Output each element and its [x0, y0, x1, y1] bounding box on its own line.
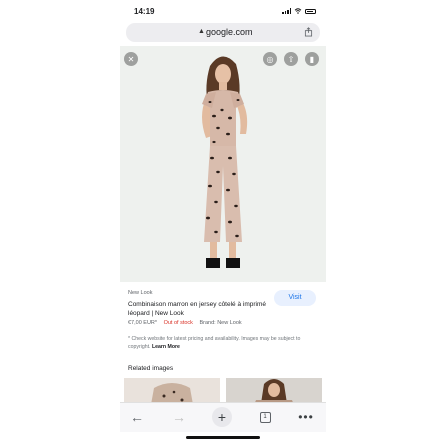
- product-image: [202, 56, 248, 268]
- lens-icon[interactable]: ◎: [263, 52, 277, 66]
- address-bar[interactable]: ▲ google.com: [126, 23, 320, 42]
- result-info: New Look Combinaison marron en jersey cô…: [128, 290, 318, 350]
- tab-switcher-button[interactable]: 1: [258, 409, 272, 425]
- forward-arrow-icon[interactable]: →: [170, 409, 188, 425]
- status-bar: 14:19: [120, 4, 326, 20]
- browser-screen: 14:19 ▲ google.com ✕ ◎ ⇧ ▮ New Look Comb…: [120, 0, 326, 444]
- share-icon[interactable]: ⇧: [284, 52, 298, 66]
- phone-frame: 14:19 ▲ google.com ✕ ◎ ⇧ ▮ New Look Comb…: [0, 0, 444, 444]
- share-icon[interactable]: [304, 27, 313, 37]
- signal-icon: [282, 8, 291, 14]
- more-dots-icon[interactable]: •••: [296, 409, 316, 425]
- plus-icon[interactable]: +: [212, 407, 232, 427]
- url-text: google.com: [206, 27, 253, 37]
- result-meta: €7,00 EUR* Out of stock Brand: New Look: [128, 320, 242, 326]
- brand: Brand: New Look: [199, 320, 242, 326]
- bookmark-icon[interactable]: ▮: [305, 52, 319, 66]
- home-indicator[interactable]: [186, 436, 260, 439]
- close-icon[interactable]: ✕: [124, 52, 138, 66]
- related-heading: Related images: [128, 365, 174, 372]
- status-time: 14:19: [134, 7, 155, 16]
- result-title[interactable]: Combinaison marron en jersey côtelé à im…: [128, 300, 268, 318]
- battery-icon: [305, 8, 316, 14]
- price: €7,00 EUR*: [128, 320, 158, 326]
- tab-count: 1: [259, 411, 271, 423]
- system-indicators: [282, 8, 316, 14]
- wifi-icon: [294, 8, 302, 14]
- lock-icon: ▲: [198, 28, 205, 35]
- learn-more-link[interactable]: Learn More: [152, 344, 180, 350]
- stock-status: Out of stock: [163, 320, 193, 326]
- visit-button[interactable]: Visit: [274, 290, 316, 306]
- back-arrow-icon[interactable]: ←: [128, 409, 146, 425]
- copyright-note: * Check website for latest pricing and a…: [128, 336, 314, 351]
- bottom-toolbar: ← → + 1 •••: [120, 402, 326, 432]
- image-viewer[interactable]: ✕ ◎ ⇧ ▮: [120, 46, 326, 282]
